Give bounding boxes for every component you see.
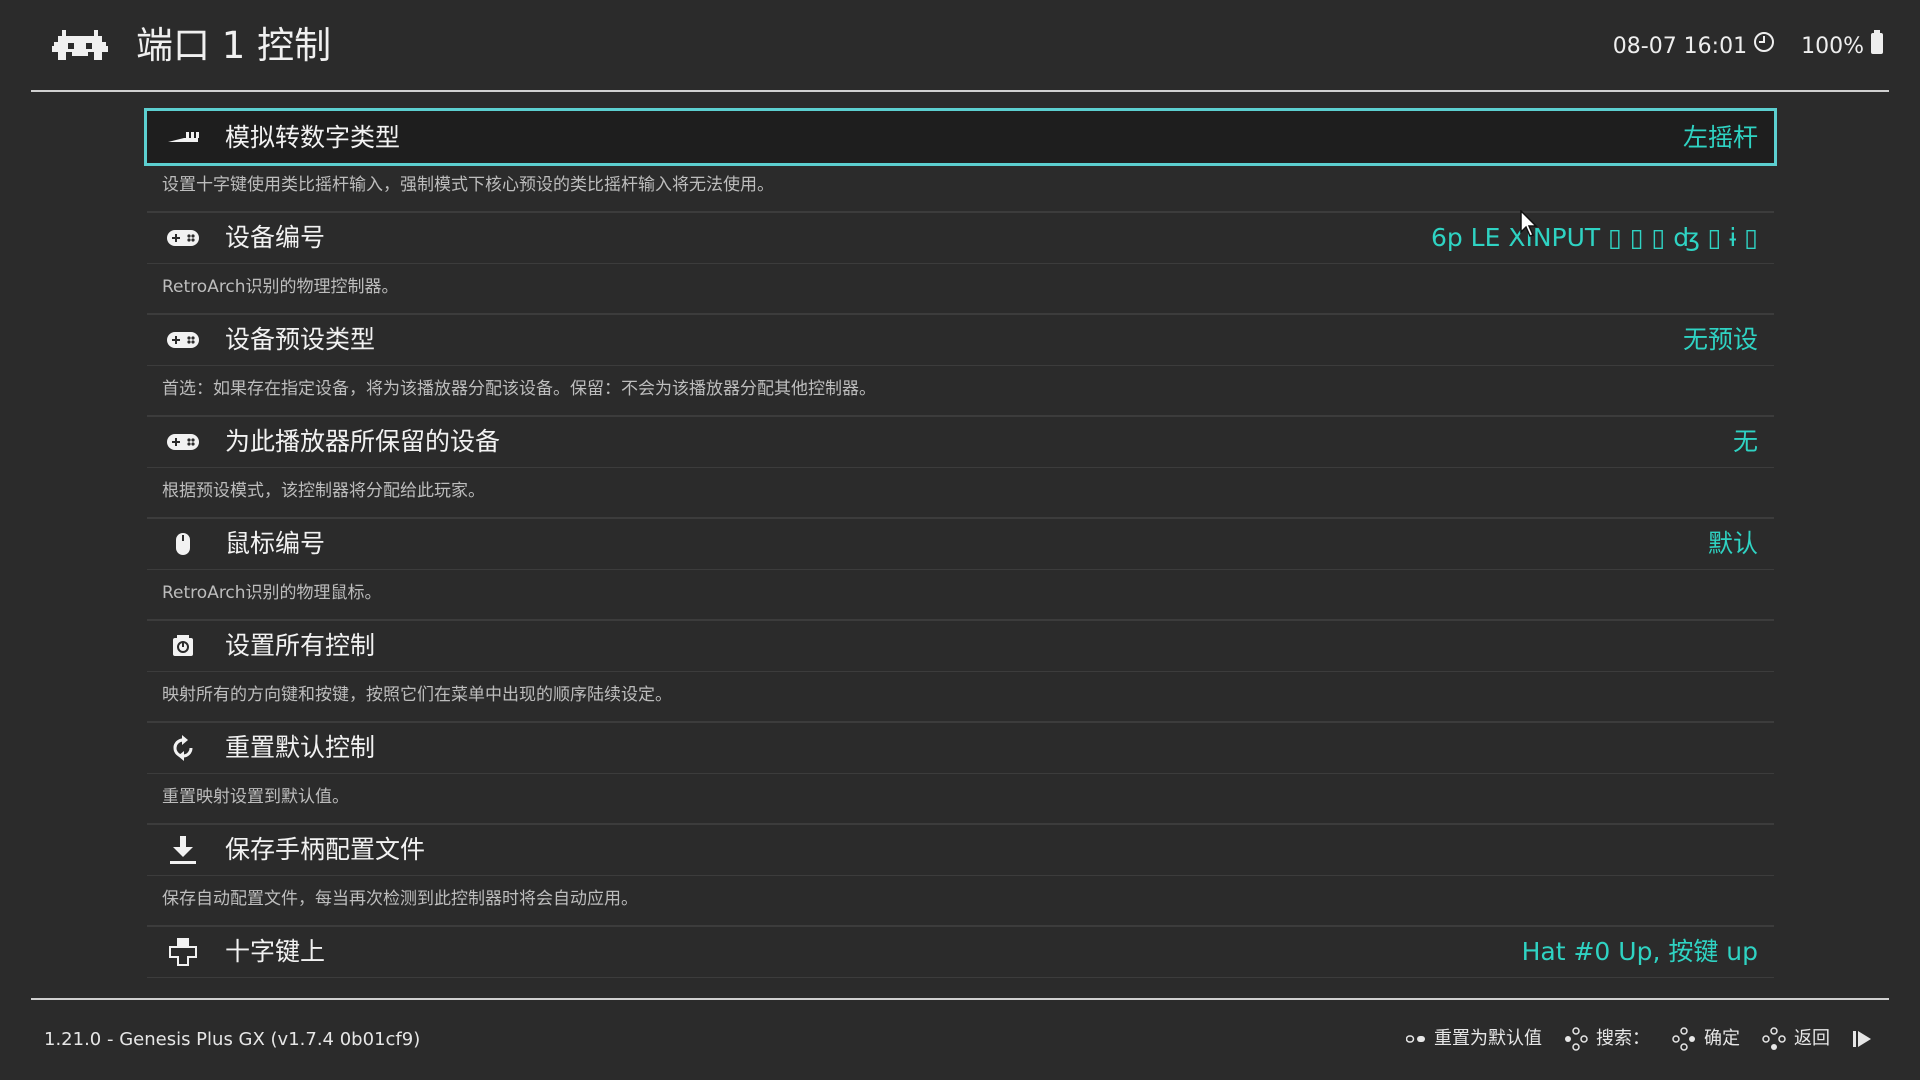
hint-label: 确定 <box>1704 1028 1740 1049</box>
gamepad-icon <box>165 425 201 459</box>
status-bar: 08-07 16:01 100% <box>1613 30 1884 64</box>
button-hints: 重置为默认值 搜索： 确定 返回 <box>1406 1024 1872 1054</box>
page-title: 端口 1 控制 <box>136 24 332 67</box>
list-item-dpad-up[interactable]: 十字键上 Hat #0 Up, 按键 up <box>147 926 1774 986</box>
analog-stick-icon <box>165 121 201 155</box>
mouse-cursor-icon <box>1520 209 1540 238</box>
hint-ok[interactable]: 确定 <box>1672 1024 1740 1054</box>
header-divider <box>31 90 1889 92</box>
item-description: 根据预设模式，该控制器将分配给此玩家。 <box>162 481 485 501</box>
hint-label: 搜索： <box>1596 1028 1650 1049</box>
hint-search[interactable]: 搜索： <box>1564 1024 1650 1054</box>
item-value: 无预设 <box>1682 325 1758 354</box>
clock-icon <box>1753 31 1775 63</box>
item-value: 默认 <box>1707 529 1758 558</box>
item-value: Hat #0 Up, 按键 up <box>1521 937 1758 966</box>
item-label: 设备编号 <box>225 223 326 252</box>
reset-icon <box>165 731 201 765</box>
list-item-device-type[interactable]: 设备预设类型 无预设 首选：如果存在指定设备，将为该播放器分配该设备。保留：不会… <box>147 314 1774 416</box>
item-value: 6p LE XINPUT ▯ ▯ ▯ ʤ ▯ ɨ ▯ <box>1430 223 1758 252</box>
mouse-icon <box>165 527 201 561</box>
list-item-bind-all[interactable]: 设置所有控制 映射所有的方向键和按键，按照它们在菜单中出现的顺序陆续设定。 <box>147 620 1774 722</box>
resume-button[interactable] <box>1852 1029 1872 1049</box>
face-buttons-icon <box>1762 1027 1786 1051</box>
item-label: 保存手柄配置文件 <box>225 835 426 864</box>
settings-list: 模拟转数字类型 左摇杆 设置十字键使用类比摇杆输入，强制模式下核心预设的类比摇杆… <box>144 108 1777 986</box>
hint-reset-default[interactable]: 重置为默认值 <box>1406 1024 1542 1054</box>
hint-label: 返回 <box>1794 1028 1830 1049</box>
dpad-icon <box>165 935 201 969</box>
core-version: 1.21.0 - Genesis Plus GX (v1.7.4 0b01cf9… <box>44 1029 421 1050</box>
battery-icon <box>1870 30 1884 64</box>
item-label: 为此播放器所保留的设备 <box>225 427 501 456</box>
hint-back[interactable]: 返回 <box>1762 1024 1830 1054</box>
item-label: 十字键上 <box>225 937 326 966</box>
list-item-reset-controls[interactable]: 重置默认控制 重置映射设置到默认值。 <box>147 722 1774 824</box>
item-label: 设置所有控制 <box>225 631 376 660</box>
gamepad-icon <box>165 323 201 357</box>
item-description: RetroArch识别的物理鼠标。 <box>162 583 382 603</box>
face-buttons-icon <box>1672 1027 1696 1051</box>
list-item-reserved-device[interactable]: 为此播放器所保留的设备 无 根据预设模式，该控制器将分配给此玩家。 <box>147 416 1774 518</box>
item-description: 重置映射设置到默认值。 <box>162 787 349 807</box>
item-label: 设备预设类型 <box>225 325 376 354</box>
item-value: 无 <box>1732 427 1758 456</box>
item-description: 保存自动配置文件，每当再次检测到此控制器时将会自动应用。 <box>162 889 638 909</box>
download-icon <box>165 833 201 867</box>
list-item-analog-to-digital[interactable]: 模拟转数字类型 左摇杆 设置十字键使用类比摇杆输入，强制模式下核心预设的类比摇杆… <box>144 108 1777 212</box>
select-button-icon <box>1406 1034 1426 1044</box>
datetime: 08-07 16:01 <box>1612 34 1748 59</box>
list-item-mouse-index[interactable]: 鼠标编号 默认 RetroArch识别的物理鼠标。 <box>147 518 1774 620</box>
item-description: 设置十字键使用类比摇杆输入，强制模式下核心预设的类比摇杆输入将无法使用。 <box>162 175 774 195</box>
hint-label: 重置为默认值 <box>1434 1028 1542 1049</box>
bind-all-icon <box>165 629 201 663</box>
item-value: 左摇杆 <box>1682 123 1758 152</box>
resume-icon <box>1852 1029 1872 1049</box>
item-description: 首选：如果存在指定设备，将为该播放器分配该设备。保留：不会为该播放器分配其他控制… <box>162 379 876 399</box>
retroarch-logo-icon <box>52 26 108 66</box>
footer: 1.21.0 - Genesis Plus GX (v1.7.4 0b01cf9… <box>0 1000 1920 1080</box>
face-buttons-icon <box>1564 1027 1588 1051</box>
item-label: 鼠标编号 <box>225 529 326 558</box>
item-description: 映射所有的方向键和按键，按照它们在菜单中出现的顺序陆续设定。 <box>162 685 672 705</box>
item-label: 重置默认控制 <box>225 733 376 762</box>
header: 端口 1 控制 08-07 16:01 100% <box>0 0 1920 92</box>
item-description: RetroArch识别的物理控制器。 <box>162 277 399 297</box>
list-item-save-autoconfig[interactable]: 保存手柄配置文件 保存自动配置文件，每当再次检测到此控制器时将会自动应用。 <box>147 824 1774 926</box>
item-label: 模拟转数字类型 <box>225 123 401 152</box>
battery-level: 100% <box>1801 34 1864 59</box>
gamepad-icon <box>165 221 201 255</box>
